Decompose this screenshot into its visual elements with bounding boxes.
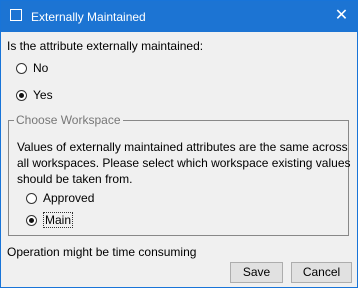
radio-yes[interactable]: Yes xyxy=(16,88,53,102)
workspace-description: Values of externally maintained attribut… xyxy=(17,140,351,186)
radio-no[interactable]: No xyxy=(16,61,48,75)
workspace-group-legend: Choose Workspace xyxy=(14,113,123,127)
save-button[interactable]: Save xyxy=(230,262,283,283)
radio-no-label[interactable]: No xyxy=(33,61,48,75)
radio-approved-circle[interactable] xyxy=(26,192,37,204)
radio-main[interactable]: Main xyxy=(26,212,74,228)
radio-yes-label[interactable]: Yes xyxy=(33,88,53,102)
window-icon xyxy=(10,9,22,21)
radio-no-circle[interactable] xyxy=(16,62,27,74)
radio-main-circle[interactable] xyxy=(26,214,37,226)
maintained-question: Is the attribute externally maintained: xyxy=(7,39,204,53)
cancel-button[interactable]: Cancel xyxy=(291,262,352,283)
status-text: Operation might be time consuming xyxy=(7,245,197,259)
radio-main-label[interactable]: Main xyxy=(43,212,74,228)
radio-approved[interactable]: Approved xyxy=(26,191,94,205)
radio-approved-label[interactable]: Approved xyxy=(43,191,94,205)
title-bar: Externally Maintained ✕ xyxy=(1,1,357,32)
window-title: Externally Maintained xyxy=(31,10,146,24)
close-icon[interactable]: ✕ xyxy=(326,1,357,32)
radio-yes-circle[interactable] xyxy=(16,89,27,101)
